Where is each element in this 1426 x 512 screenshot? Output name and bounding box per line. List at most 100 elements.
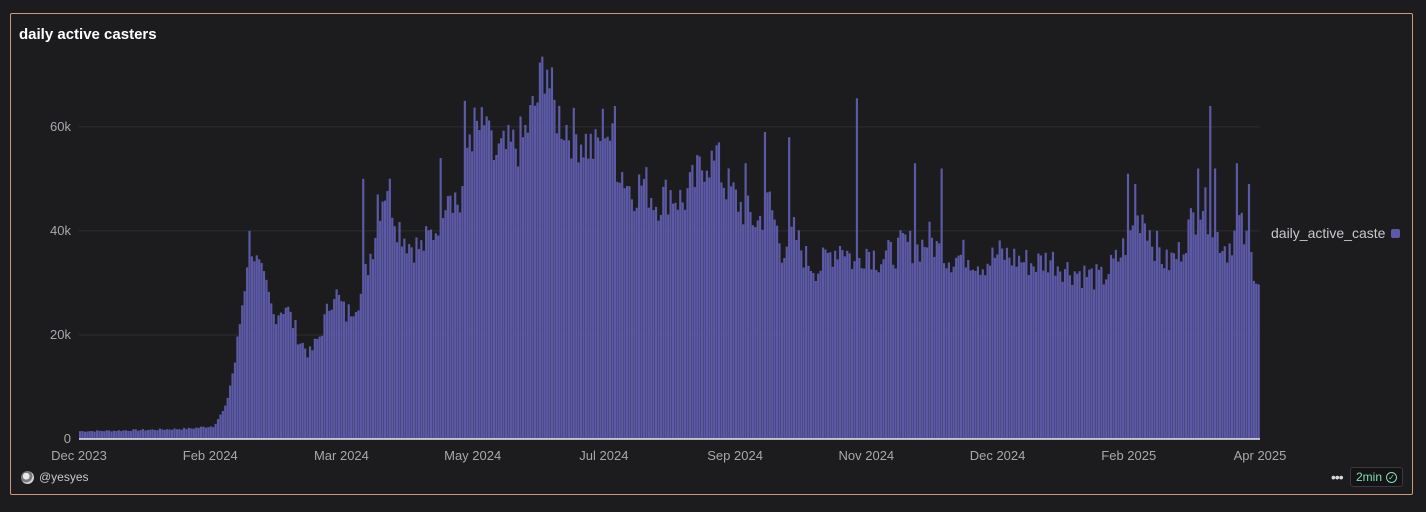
bar[interactable] (485, 116, 488, 440)
bar[interactable] (369, 253, 372, 439)
bar[interactable] (393, 226, 396, 439)
bar[interactable] (1233, 230, 1236, 439)
bar[interactable] (183, 427, 186, 439)
bar[interactable] (722, 187, 725, 439)
bar[interactable] (105, 430, 108, 439)
bar[interactable] (572, 107, 575, 440)
bar[interactable] (838, 245, 842, 439)
bar[interactable] (921, 239, 924, 439)
bar[interactable] (957, 255, 960, 439)
bar[interactable] (872, 250, 875, 439)
bar[interactable] (775, 225, 779, 439)
bar[interactable] (282, 313, 285, 439)
bar[interactable] (267, 291, 270, 439)
bar[interactable] (795, 239, 798, 439)
bar[interactable] (662, 186, 665, 439)
bar[interactable] (594, 129, 597, 439)
bar[interactable] (584, 133, 587, 439)
bar[interactable] (834, 250, 837, 439)
bar[interactable] (478, 130, 481, 439)
bar[interactable] (797, 230, 800, 439)
bar[interactable] (1010, 265, 1013, 439)
bar[interactable] (1228, 243, 1231, 439)
bar[interactable] (166, 429, 169, 439)
bar[interactable] (526, 132, 529, 439)
bar[interactable] (993, 257, 996, 439)
bar[interactable] (95, 430, 99, 439)
bar[interactable] (754, 227, 757, 439)
bar[interactable] (386, 191, 389, 439)
bar[interactable] (696, 155, 699, 439)
bar[interactable] (1194, 234, 1197, 439)
bar[interactable] (180, 429, 183, 439)
bar[interactable] (258, 259, 261, 439)
bar[interactable] (1056, 266, 1059, 439)
bar[interactable] (250, 256, 253, 439)
bar[interactable] (417, 249, 420, 439)
bar[interactable] (226, 397, 229, 439)
bar[interactable] (577, 162, 580, 440)
bar[interactable] (727, 168, 730, 439)
bar[interactable] (83, 431, 87, 439)
bar[interactable] (1030, 263, 1033, 439)
bar[interactable] (882, 259, 885, 439)
bar[interactable] (299, 343, 302, 439)
bar[interactable] (841, 250, 844, 439)
bar[interactable] (739, 201, 742, 439)
bar[interactable] (751, 225, 754, 439)
bar[interactable] (86, 431, 89, 439)
bar[interactable] (567, 140, 571, 440)
bar[interactable] (529, 105, 532, 440)
bar[interactable] (154, 430, 157, 439)
bar[interactable] (1134, 184, 1137, 439)
bar[interactable] (638, 174, 641, 439)
bar[interactable] (212, 427, 215, 439)
bar[interactable] (759, 215, 762, 439)
bar[interactable] (984, 275, 987, 439)
bar[interactable] (710, 150, 713, 440)
bar[interactable] (376, 194, 379, 439)
bar[interactable] (202, 426, 205, 439)
bar[interactable] (461, 186, 464, 439)
bar[interactable] (1230, 255, 1234, 439)
bar[interactable] (713, 160, 716, 439)
bar[interactable] (432, 240, 435, 439)
bar[interactable] (705, 170, 708, 439)
bar[interactable] (122, 430, 125, 439)
bar[interactable] (141, 429, 145, 439)
bar[interactable] (214, 423, 217, 439)
bar[interactable] (647, 207, 650, 439)
bar[interactable] (698, 156, 701, 439)
bar[interactable] (792, 217, 796, 439)
bar[interactable] (144, 430, 147, 439)
bar[interactable] (1066, 262, 1069, 439)
bar[interactable] (884, 250, 888, 439)
bar[interactable] (763, 132, 767, 439)
bar[interactable] (604, 138, 607, 439)
bar[interactable] (195, 427, 198, 439)
bar[interactable] (870, 269, 873, 439)
bar[interactable] (669, 190, 672, 439)
bar[interactable] (253, 261, 256, 439)
bar[interactable] (1257, 284, 1260, 439)
bar[interactable] (877, 272, 880, 439)
bar[interactable] (875, 269, 878, 439)
bar[interactable] (224, 405, 227, 439)
bar[interactable] (1255, 283, 1258, 439)
bar[interactable] (337, 294, 341, 439)
bar[interactable] (923, 246, 926, 439)
bar[interactable] (108, 430, 111, 439)
bar[interactable] (425, 226, 428, 439)
bar[interactable] (1063, 269, 1067, 439)
bar[interactable] (676, 209, 679, 439)
bar[interactable] (98, 430, 101, 439)
bar[interactable] (1226, 262, 1229, 439)
bar[interactable] (294, 320, 297, 439)
bar[interactable] (1192, 212, 1195, 439)
bar[interactable] (328, 310, 331, 439)
bar[interactable] (446, 196, 450, 439)
bar[interactable] (679, 189, 682, 439)
bar[interactable] (955, 257, 958, 439)
bar[interactable] (209, 426, 212, 439)
bar[interactable] (316, 338, 319, 439)
